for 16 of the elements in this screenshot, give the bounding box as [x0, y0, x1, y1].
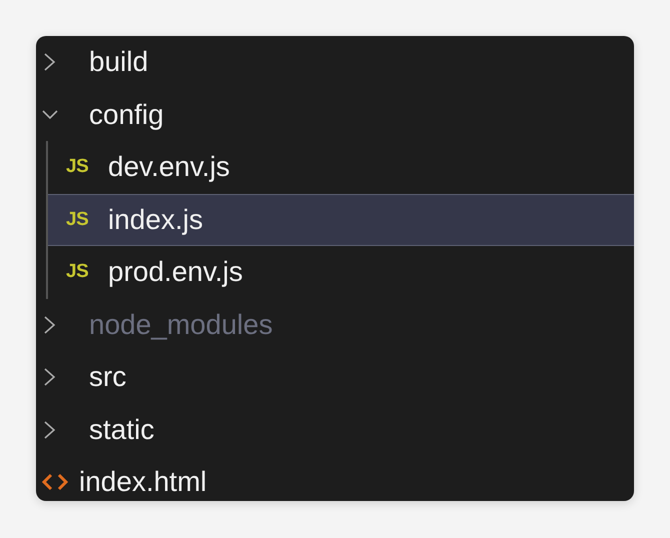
chevron-icon [42, 314, 58, 336]
tree-item[interactable]: JS index.js [48, 194, 634, 246]
chevron-icon [42, 366, 58, 388]
tree-item[interactable]: JS prod.env.js [48, 246, 634, 298]
tree-item[interactable]: config [36, 88, 634, 141]
chevron-icon [42, 51, 58, 74]
tree-item[interactable]: static [36, 404, 634, 456]
code-brackets-icon [42, 473, 68, 492]
js-file-icon: JS [66, 156, 94, 178]
tree-item[interactable]: index.html [36, 456, 634, 501]
js-file-icon: JS [66, 261, 94, 284]
tree-item[interactable]: build [36, 36, 634, 88]
js-file-icon: JS [66, 208, 94, 231]
tree-item[interactable]: JS dev.env.js [48, 141, 634, 194]
chevron-icon [42, 418, 58, 441]
tree-item[interactable]: src [36, 351, 634, 404]
